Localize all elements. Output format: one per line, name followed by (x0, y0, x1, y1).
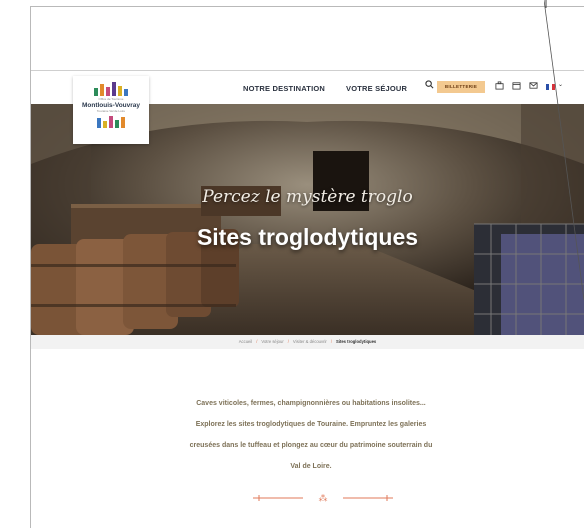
breadcrumb: Accueil / Votre séjour / Visiter & découvrir… (31, 335, 584, 349)
chevron-down-icon[interactable]: ⌄ (558, 81, 563, 88)
logo-tagline-bottom: Touraine Val de Loire (96, 109, 126, 113)
breadcrumb-item-current: Sites troglodytiques (336, 339, 377, 344)
logo-name: Montlouis-Vouvray (81, 102, 141, 109)
breadcrumb-item-accueil[interactable]: Accueil (239, 339, 253, 344)
intro-line-2: Explorez les sites troglodytiques de Tou… (195, 421, 427, 428)
nav-votre-sejour[interactable]: VOTRE SÉJOUR (346, 84, 407, 93)
site-logo[interactable]: Office de Tourisme Montlouis-Vouvray Tou… (73, 76, 149, 144)
intro-line-1: Caves viticoles, fermes, champignonnière… (196, 400, 426, 407)
search-icon[interactable] (425, 80, 434, 91)
flag-fr-icon[interactable] (546, 83, 555, 92)
intro-line-4: Val de Loire. (290, 463, 332, 470)
billetterie-button[interactable]: BILLETTERIE (437, 81, 485, 93)
logo-bars-top (73, 82, 149, 96)
mail-icon[interactable] (529, 81, 538, 92)
hero-title: Sites troglodytiques (196, 224, 419, 250)
browser-frame: NOTRE DESTINATION VOTRE SÉJOUR BILLETTER… (30, 6, 584, 528)
logo-tagline-top: Office de Tourisme (98, 97, 124, 101)
intro-text: Caves viticoles, fermes, champignonnière… (151, 393, 471, 477)
hero-script-title: Percez le mystère troglo (202, 187, 413, 207)
calendar-icon[interactable] (512, 81, 521, 92)
breadcrumb-item-votre-sejour[interactable]: Votre séjour (261, 339, 283, 344)
ornament-divider: ⁂ (253, 493, 393, 504)
intro-line-3: creusées dans le tuffeau et plongez au c… (189, 442, 433, 449)
pro-icon[interactable] (495, 81, 504, 92)
logo-bars-bottom (73, 116, 149, 128)
breadcrumb-item-visiter[interactable]: Visiter & découvrir (293, 339, 327, 344)
nav-notre-destination[interactable]: NOTRE DESTINATION (243, 84, 325, 93)
svg-text:⁂: ⁂ (319, 493, 328, 504)
